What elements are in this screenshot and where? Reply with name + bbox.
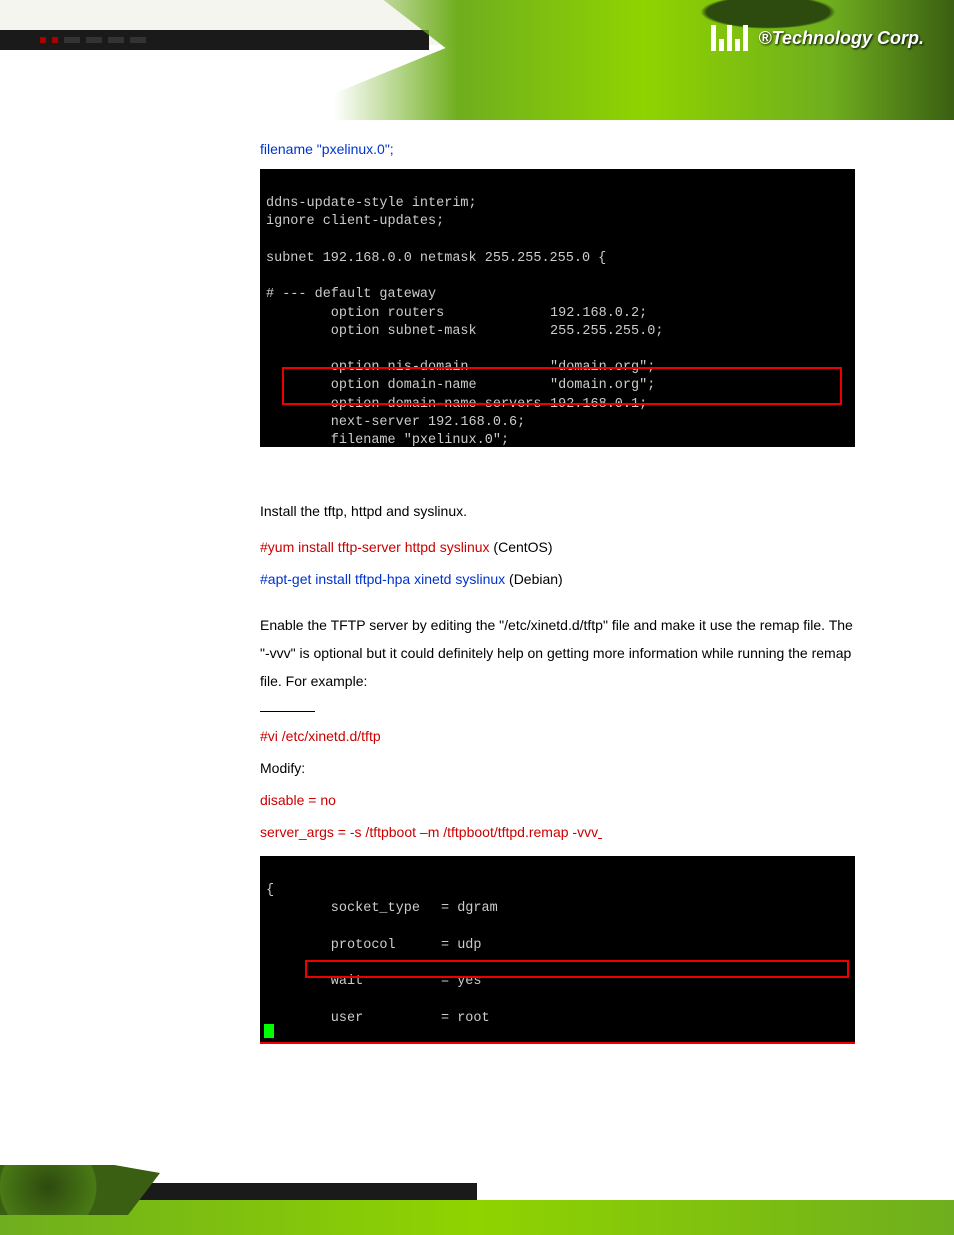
disable-line: disable = no — [260, 786, 860, 814]
header-decoration: ®Technology Corp. — [0, 0, 954, 120]
cmd-debian: #apt-get install tftpd-hpa xinetd syslin… — [260, 565, 860, 593]
enable-tftp-paragraph: Enable the TFTP server by editing the "/… — [260, 611, 860, 695]
cmd-centos: #yum install tftp-server httpd syslinux … — [260, 533, 860, 561]
brand-text: ®Technology Corp. — [758, 28, 924, 49]
terminal-screenshot-xinetd: { socket_type= dgram protocol= udp wait=… — [260, 856, 855, 1044]
cmd-vi: #vi /etc/xinetd.d/tftp — [260, 722, 860, 750]
terminal-cursor-icon — [264, 1024, 274, 1038]
terminal-screenshot-dhcpd: ddns-update-style interim; ignore client… — [260, 169, 855, 447]
modify-label: Modify: — [260, 754, 860, 782]
divider-short — [260, 711, 315, 712]
install-instruction: Install the tftp, httpd and syslinux. — [260, 497, 860, 525]
footer-decoration — [0, 1165, 954, 1235]
brand-logo: ®Technology Corp. — [711, 25, 924, 51]
server-args-line: server_args = -s /tftpboot –m /tftpboot/… — [260, 818, 860, 846]
filename-statement: filename "pxelinux.0"; — [260, 135, 860, 163]
document-body: filename "pxelinux.0"; ddns-update-style… — [260, 135, 860, 1044]
